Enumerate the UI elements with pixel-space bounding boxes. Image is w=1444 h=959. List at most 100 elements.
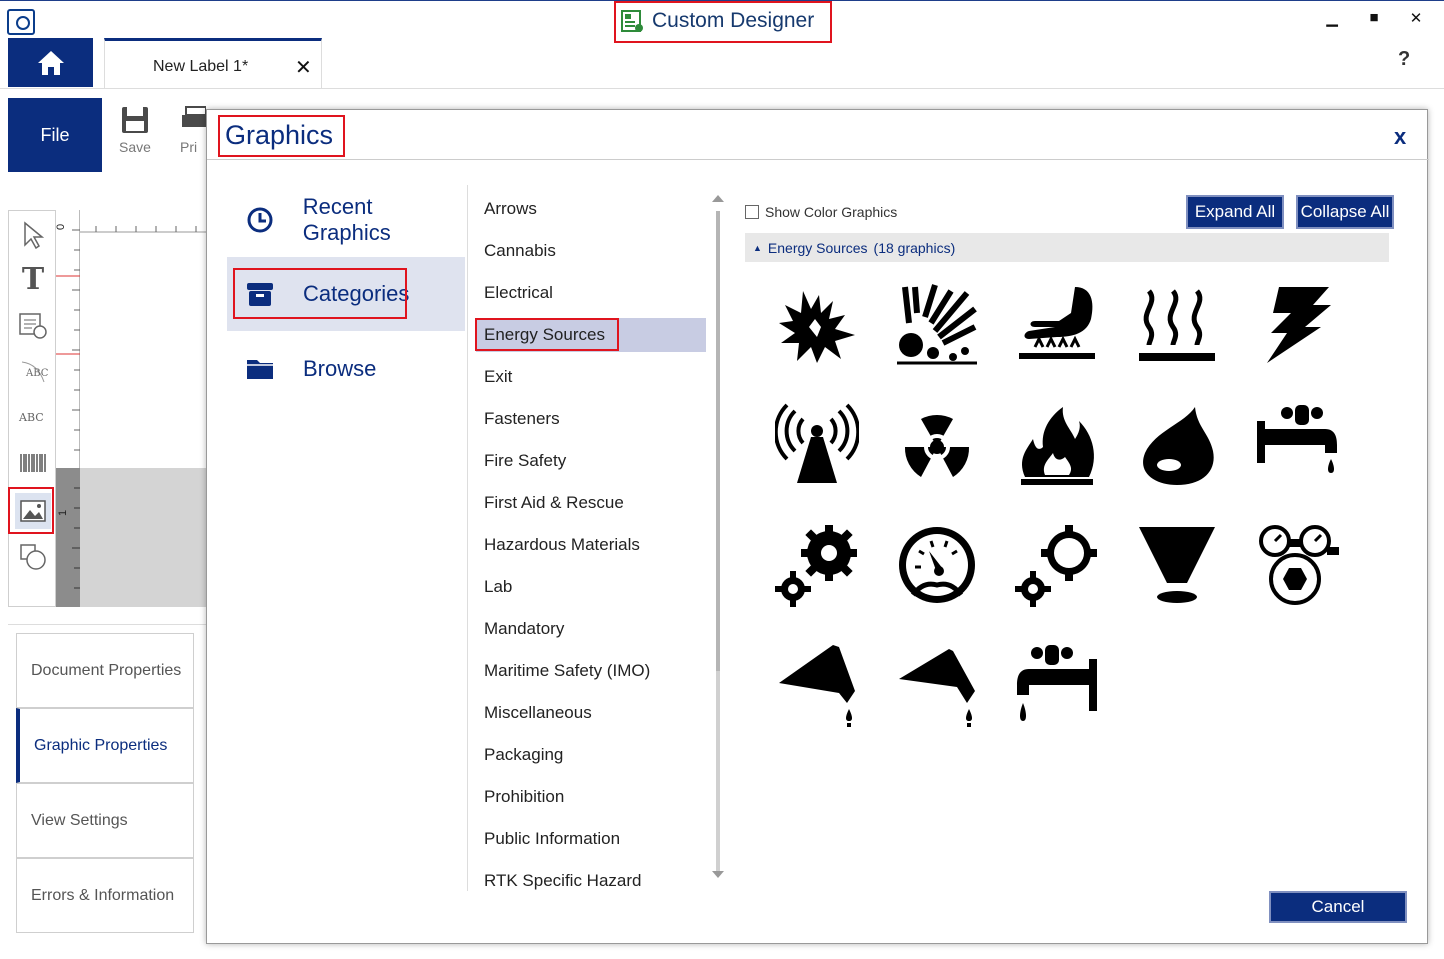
document-tab-label: New Label 1*	[153, 58, 249, 75]
help-button[interactable]: ?	[1398, 48, 1410, 71]
minimize-button[interactable]: ▁	[1318, 9, 1346, 31]
graphics-dialog: Graphics x Recent Graphics Categories Br…	[206, 109, 1429, 944]
funnel-icon[interactable]	[1135, 523, 1219, 607]
group-name: Energy Sources	[767, 239, 868, 256]
category-item[interactable]: Exit	[476, 360, 706, 394]
save-icon	[122, 107, 148, 133]
category-item[interactable]: Electrical	[476, 276, 706, 310]
cancel-button[interactable]: Cancel	[1269, 891, 1407, 923]
close-tab-button[interactable]: ✕	[295, 55, 312, 80]
expand-all-button[interactable]: Expand All	[1186, 195, 1284, 229]
category-item[interactable]: Arrows	[476, 192, 706, 226]
document-tab[interactable]: New Label 1* ✕	[104, 38, 322, 88]
svg-text:ABC: ABC	[25, 368, 48, 379]
graphic-tool[interactable]	[15, 493, 51, 529]
radiation-icon[interactable]	[895, 403, 979, 487]
barcode-tool[interactable]	[15, 445, 51, 481]
gears-icon[interactable]	[775, 523, 859, 607]
scroll-down-arrow-icon[interactable]	[712, 871, 724, 878]
nav-categories[interactable]: Categories	[227, 257, 465, 331]
show-color-graphics-checkbox[interactable]: Show Color Graphics	[745, 204, 897, 220]
tab-graphic-properties[interactable]: Graphic Properties	[16, 708, 194, 783]
gears-outline-icon[interactable]	[1015, 523, 1099, 607]
group-header-energy-sources[interactable]: ▲ Energy Sources (18 graphics)	[745, 233, 1389, 262]
curved-text-tool[interactable]: ABC	[15, 353, 51, 389]
file-button[interactable]: File	[8, 98, 102, 172]
ruler-margin-area: 1	[56, 468, 80, 607]
category-scrollbar[interactable]	[710, 195, 726, 885]
category-item[interactable]: Fasteners	[476, 402, 706, 436]
lightning-bolt-icon[interactable]	[1255, 283, 1339, 367]
archive-box-icon	[245, 279, 275, 309]
category-item[interactable]: Public Information	[476, 822, 706, 856]
flame-icon[interactable]	[1015, 403, 1099, 487]
category-item[interactable]: RTK Specific Hazard	[476, 864, 706, 891]
text-tool[interactable]: T	[15, 261, 51, 297]
tab-errors-information[interactable]: Errors & Information	[16, 858, 194, 933]
shape-tool[interactable]	[15, 539, 51, 575]
canvas-offlabel-area	[80, 468, 206, 607]
folder-icon	[245, 354, 275, 384]
pressure-gauge-icon[interactable]	[895, 523, 979, 607]
faucet-drip-icon[interactable]	[1255, 403, 1339, 487]
scroll-up-arrow-icon[interactable]	[712, 195, 724, 202]
collapse-all-button[interactable]: Collapse All	[1296, 195, 1394, 229]
nav-browse[interactable]: Browse	[227, 332, 465, 406]
radio-tower-icon[interactable]	[775, 403, 859, 487]
funnel-drip-icon[interactable]	[775, 643, 859, 727]
title-bar: Custom Designer ▁ ■ ✕	[0, 0, 1444, 38]
date-time-tool[interactable]	[15, 307, 51, 343]
category-item[interactable]: Prohibition	[476, 780, 706, 814]
liquid-drop-icon[interactable]	[1135, 403, 1219, 487]
svg-text:0: 0	[56, 224, 67, 230]
dialog-close-button[interactable]: x	[1394, 124, 1406, 150]
clock-icon	[245, 205, 275, 235]
category-item[interactable]: Maritime Safety (IMO)	[476, 654, 706, 688]
properties-panel: Document Properties Graphic Properties V…	[8, 624, 208, 946]
designer-icon	[621, 10, 643, 32]
category-item[interactable]: First Aid & Rescue	[476, 486, 706, 520]
tab-view-settings[interactable]: View Settings	[16, 783, 194, 858]
category-item[interactable]: Hazardous Materials	[476, 528, 706, 562]
collapse-triangle-icon: ▲	[753, 242, 762, 253]
ribbon-divider	[0, 88, 1444, 89]
heat-waves-icon[interactable]	[1135, 283, 1219, 367]
category-item[interactable]: Packaging	[476, 738, 706, 772]
category-item-selected[interactable]: Energy Sources	[476, 318, 706, 352]
funnel-drip-alt-icon[interactable]	[895, 643, 979, 727]
app-logo-icon	[7, 9, 35, 35]
hot-surface-hand-icon[interactable]	[1015, 283, 1099, 367]
maximize-button[interactable]: ■	[1360, 9, 1388, 31]
vertical-text-tool[interactable]: ABC	[15, 399, 51, 435]
gas-regulator-icon[interactable]	[1255, 523, 1339, 607]
category-item[interactable]: Fire Safety	[476, 444, 706, 478]
dialog-header-divider	[207, 159, 1429, 160]
curved-text-icon: ABC	[21, 361, 48, 383]
valve-drip-icon[interactable]	[1015, 643, 1099, 727]
select-pointer-tool[interactable]	[15, 217, 51, 253]
nav-recent-graphics-label: Recent Graphics	[302, 194, 391, 245]
home-button[interactable]	[8, 38, 93, 87]
image-icon	[20, 500, 46, 522]
tool-palette: T ABC ABC	[8, 210, 56, 607]
category-item[interactable]: Miscellaneous	[476, 696, 706, 730]
text-tool-icon: T	[21, 261, 45, 297]
nav-categories-label: Categories	[303, 281, 410, 306]
nav-recent-graphics[interactable]: Recent Graphics	[227, 183, 465, 257]
explosion-icon[interactable]	[775, 283, 859, 367]
scrollbar-track	[716, 671, 720, 871]
svg-text:1: 1	[57, 510, 69, 516]
pointer-icon	[24, 221, 44, 249]
scrollbar-thumb[interactable]	[716, 211, 720, 671]
category-item[interactable]: Lab	[476, 570, 706, 604]
close-window-button[interactable]: ✕	[1402, 9, 1430, 31]
exploding-debris-icon[interactable]	[895, 283, 979, 367]
checkbox-box[interactable]	[745, 205, 759, 219]
horizontal-ruler	[80, 226, 206, 233]
label-canvas[interactable]	[80, 210, 206, 468]
category-item[interactable]: Mandatory	[476, 612, 706, 646]
printer-icon	[182, 106, 207, 127]
category-item[interactable]: Cannabis	[476, 234, 706, 268]
save-button[interactable]: Save	[112, 104, 158, 168]
tab-document-properties[interactable]: Document Properties	[16, 633, 194, 708]
